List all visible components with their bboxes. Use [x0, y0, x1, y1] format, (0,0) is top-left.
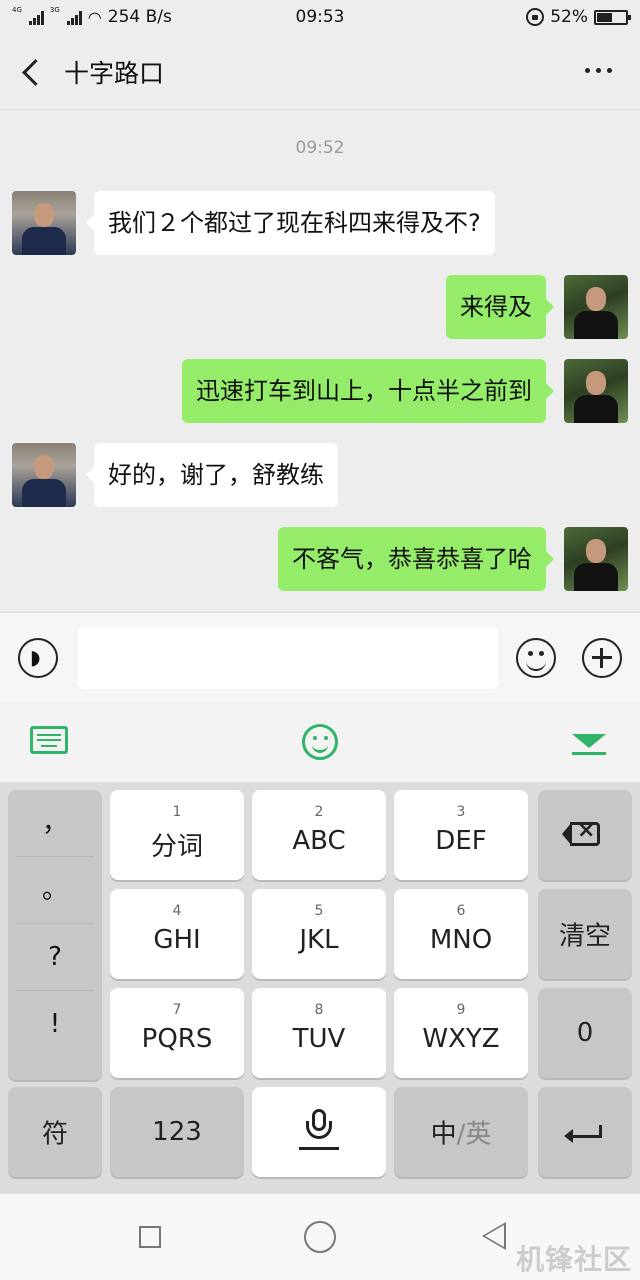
key-4[interactable]: 4 GHI — [110, 889, 244, 979]
battery-icon — [594, 9, 631, 25]
wifi-icon: ◠ — [87, 7, 102, 27]
network-speed: 254 B/s — [107, 7, 172, 27]
status-right: 52% — [526, 7, 631, 27]
home-icon[interactable] — [304, 1221, 336, 1253]
chat-header: 十字路口 — [0, 34, 640, 110]
message-row: 来得及 — [0, 275, 640, 341]
my-avatar[interactable] — [564, 359, 628, 423]
sent-message-bubble[interactable]: 来得及 — [446, 275, 554, 339]
clear-key[interactable]: 清空 — [538, 889, 632, 979]
received-message-bubble[interactable]: 好的，谢了，舒教练 — [86, 443, 338, 507]
key-0[interactable]: 0 — [538, 988, 632, 1078]
status-bar: 4G 3G ◠ 254 B/s 09:53 52% — [0, 0, 640, 34]
signal-icon — [28, 9, 44, 25]
enter-icon — [564, 1125, 604, 1145]
key-2[interactable]: 2 ABC — [252, 790, 386, 880]
key-8[interactable]: 8 TUV — [252, 988, 386, 1078]
message-row: 迅速打车到山上，十点半之前到 — [0, 359, 640, 425]
punct-exclaim-key[interactable]: ! — [16, 991, 94, 1057]
keyboard-toolbar — [0, 702, 640, 782]
message-row: 好的，谢了，舒教练 — [0, 443, 640, 509]
key-9[interactable]: 9 WXYZ — [394, 988, 528, 1078]
space-key[interactable] — [252, 1087, 386, 1177]
punct-comma-key[interactable]: ， — [16, 790, 94, 857]
my-avatar[interactable] — [564, 527, 628, 591]
message-timestamp: 09:52 — [295, 138, 345, 158]
lang-en-label: 英 — [465, 1119, 492, 1150]
chat-title: 十字路口 — [64, 58, 165, 88]
key-5[interactable]: 5 JKL — [252, 889, 386, 979]
message-row: 不客气，恭喜恭喜了哈 — [0, 527, 640, 593]
punct-question-key[interactable]: ? — [16, 924, 94, 991]
key-1[interactable]: 1 分词 — [110, 790, 244, 880]
rotation-lock-icon — [526, 8, 545, 26]
punctuation-column[interactable]: ， 。 ? ! — [8, 790, 102, 1080]
received-message-bubble[interactable]: 我们２个都过了现在科四来得及不? — [86, 191, 495, 255]
backspace-icon: × — [562, 818, 602, 848]
punct-period-key[interactable]: 。 — [16, 857, 94, 924]
enter-key[interactable] — [538, 1087, 632, 1177]
my-avatar[interactable] — [564, 275, 628, 339]
key-6[interactable]: 6 MNO — [394, 889, 528, 979]
network-type-1: 4G — [12, 6, 22, 14]
keyboard-switch-icon[interactable] — [30, 726, 68, 754]
delete-key[interactable]: × — [538, 790, 632, 880]
more-options-icon[interactable] — [585, 68, 612, 73]
network-type-2: 3G — [49, 6, 60, 14]
message-row: 我们２个都过了现在科四来得及不? — [0, 191, 640, 257]
emoji-icon[interactable] — [516, 638, 556, 678]
recent-apps-icon[interactable] — [139, 1226, 161, 1248]
message-input-bar — [0, 612, 640, 702]
sent-message-bubble[interactable]: 不客气，恭喜恭喜了哈 — [278, 527, 554, 591]
battery-level — [597, 12, 612, 22]
key-3[interactable]: 3 DEF — [394, 790, 528, 880]
t9-keyboard: ， 。 ? ! 1 分词 2 ABC 3 DEF × 4 GHI 5 JKL 6 MNO 清… — [0, 782, 640, 1194]
symbols-key[interactable]: 符 — [8, 1087, 102, 1177]
keyboard-emoji-icon[interactable] — [302, 724, 338, 760]
voice-input-icon[interactable] — [18, 638, 58, 678]
battery-percent: 52% — [550, 7, 588, 27]
add-attachment-icon[interactable] — [582, 638, 622, 678]
numbers-key[interactable]: 123 — [110, 1087, 244, 1177]
contact-avatar[interactable] — [12, 443, 76, 507]
lang-zh-label: 中 — [430, 1119, 457, 1150]
contact-avatar[interactable] — [12, 191, 76, 255]
back-arrow-icon[interactable] — [18, 57, 48, 87]
nav-back-icon[interactable] — [482, 1222, 506, 1250]
microphone-icon — [299, 1109, 339, 1155]
watermark-logo: 机锋社区 — [515, 1243, 632, 1276]
hide-keyboard-icon[interactable] — [572, 734, 606, 755]
message-list[interactable]: 09:52 我们２个都过了现在科四来得及不? 来得及 迅速打车到山上，十点半之前… — [0, 110, 640, 612]
signal-icon-2 — [66, 9, 82, 25]
message-text-input[interactable] — [78, 627, 498, 689]
sent-message-bubble[interactable]: 迅速打车到山上，十点半之前到 — [182, 359, 554, 423]
status-left: 4G 3G ◠ 254 B/s — [12, 6, 172, 28]
key-7[interactable]: 7 PQRS — [110, 988, 244, 1078]
language-switch-key[interactable]: 中/英 — [394, 1087, 528, 1177]
